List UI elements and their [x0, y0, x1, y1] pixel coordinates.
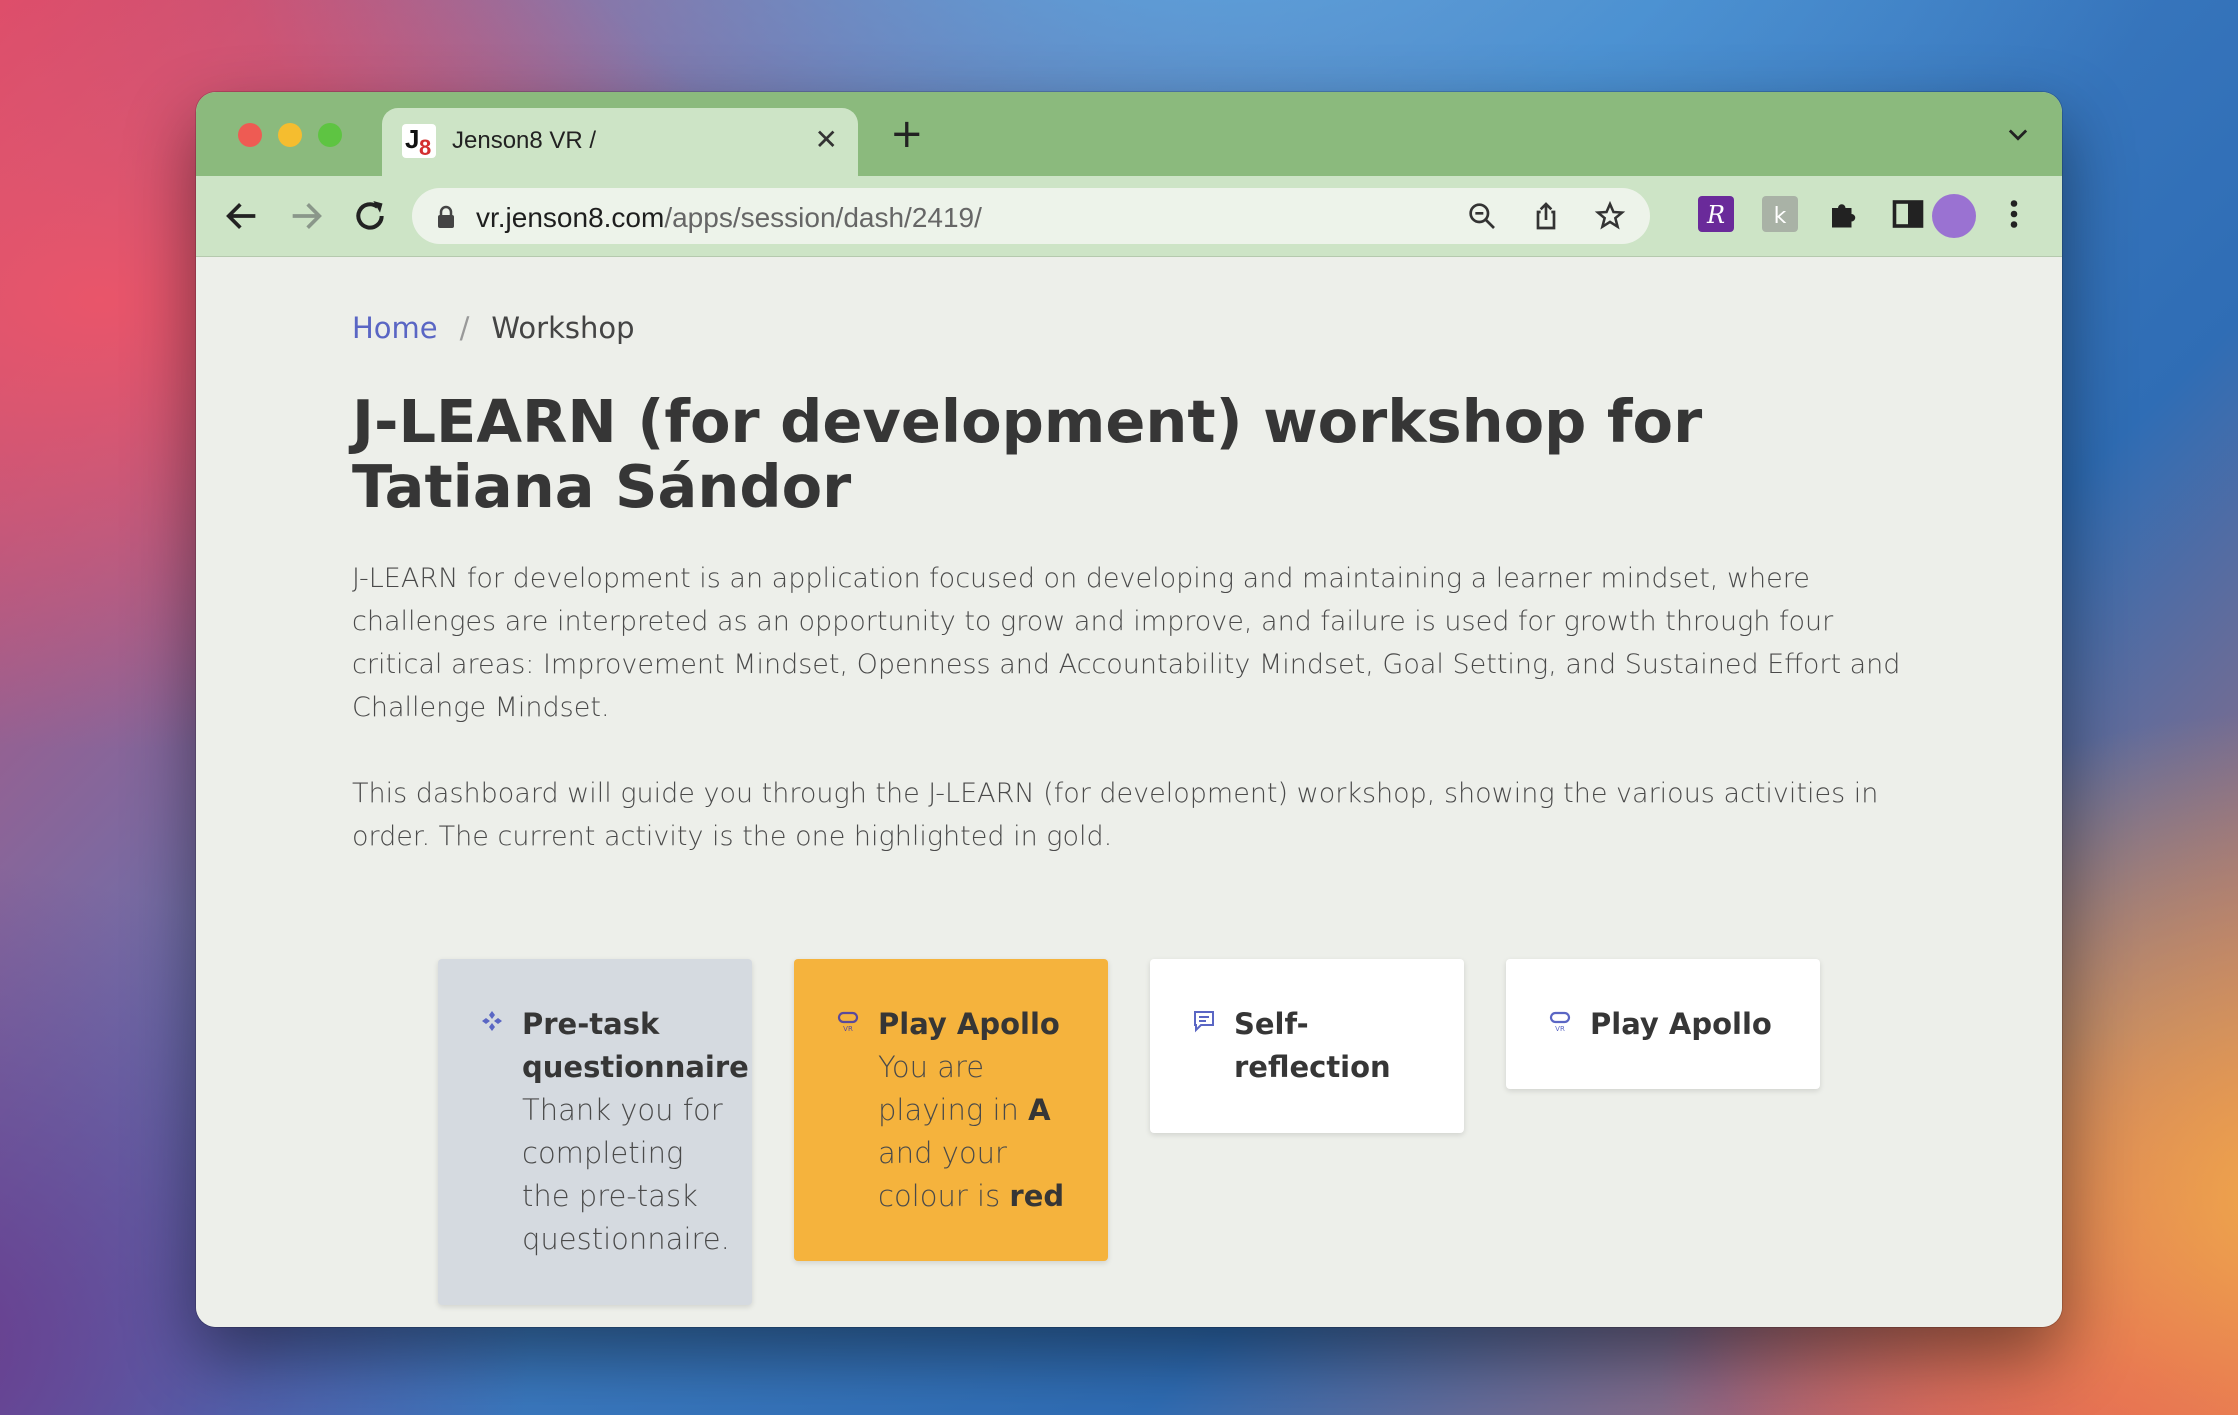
- new-tab-button[interactable]: +: [890, 114, 924, 154]
- svg-text:k: k: [1774, 204, 1787, 229]
- browser-tab[interactable]: J 8 Jenson8 VR / ✕: [382, 108, 858, 176]
- favicon-letter: J: [405, 124, 420, 154]
- activity-title: Self-reflection: [1234, 1007, 1391, 1084]
- close-window-button[interactable]: [238, 123, 262, 147]
- tab-close-icon[interactable]: ✕: [815, 124, 838, 156]
- activity-title: Play Apollo: [1590, 1007, 1772, 1041]
- zoom-out-icon[interactable]: [1466, 200, 1498, 232]
- activity-body-prefix: You are playing in: [878, 1050, 1029, 1127]
- activity-body: You are playing in A and your colour is …: [878, 1050, 1064, 1213]
- more-options-icon[interactable]: [1996, 196, 2032, 232]
- svg-text:VR: VR: [843, 1025, 853, 1033]
- activity-card-play-apollo[interactable]: VR Play Apollo: [1506, 959, 1820, 1089]
- chevron-down-icon[interactable]: [2004, 120, 2032, 148]
- jenson8-favicon-icon: J 8: [402, 124, 436, 160]
- extensions-puzzle-icon[interactable]: [1826, 196, 1862, 232]
- url-path: /apps/session/dash/2419/: [664, 202, 982, 233]
- breadcrumb-separator: /: [459, 311, 470, 345]
- activity-colour: red: [1009, 1179, 1065, 1213]
- page-content: Home / Workshop J-LEARN (for development) …: [196, 257, 2062, 1327]
- activity-card-pre-task-questionnaire[interactable]: Pre-task questionnaire Thank you for com…: [438, 959, 752, 1305]
- vr-headset-icon: VR: [837, 1011, 859, 1033]
- share-icon[interactable]: [1530, 200, 1562, 232]
- breadcrumb-home-link[interactable]: Home: [352, 311, 438, 345]
- bookmark-star-icon[interactable]: [1594, 200, 1626, 232]
- side-panel-icon[interactable]: [1890, 196, 1926, 232]
- tab-strip: J 8 Jenson8 VR / ✕ +: [196, 92, 2062, 176]
- activity-title: Pre-task questionnaire: [522, 1007, 749, 1084]
- activity-card-self-reflection[interactable]: Self-reflection: [1150, 959, 1464, 1133]
- activity-title: Play Apollo: [878, 1007, 1060, 1041]
- browser-toolbar: vr.jenson8.com/apps/session/dash/2419/ R…: [196, 176, 2062, 257]
- lock-icon[interactable]: [436, 205, 456, 229]
- comment-icon: [1194, 1011, 1214, 1033]
- url-host: vr.jenson8.com: [476, 202, 665, 233]
- activity-location: A: [1028, 1093, 1051, 1127]
- extension-k-icon[interactable]: k: [1762, 196, 1798, 232]
- activity-body: Thank you for completing the pre-task qu…: [522, 1093, 730, 1256]
- diamond-icon: [482, 1011, 502, 1031]
- workshop-description: J-LEARN for development is an applicatio…: [352, 563, 1901, 723]
- maximize-window-button[interactable]: [318, 123, 342, 147]
- svg-text:R: R: [1706, 201, 1725, 229]
- url-text[interactable]: vr.jenson8.com/apps/session/dash/2419/: [476, 202, 982, 234]
- minimize-window-button[interactable]: [278, 123, 302, 147]
- vr-headset-icon: VR: [1549, 1011, 1571, 1033]
- tab-title: Jenson8 VR /: [452, 127, 597, 154]
- svg-text:VR: VR: [1555, 1025, 1565, 1033]
- back-arrow-icon[interactable]: [222, 196, 262, 236]
- activity-body-middle: and your colour is: [878, 1136, 1010, 1213]
- address-bar[interactable]: vr.jenson8.com/apps/session/dash/2419/: [412, 188, 1650, 244]
- forward-arrow-icon[interactable]: [286, 196, 326, 236]
- browser-window: J 8 Jenson8 VR / ✕ + vr.jenson8.com/apps…: [196, 92, 2062, 1327]
- favicon-digit: 8: [419, 135, 432, 160]
- breadcrumb: Home / Workshop: [352, 311, 635, 345]
- extension-r-icon[interactable]: R: [1698, 196, 1734, 232]
- reload-icon[interactable]: [350, 196, 390, 236]
- breadcrumb-current: Workshop: [491, 311, 635, 345]
- page-title: J-LEARN (for development) workshop for T…: [352, 387, 1703, 521]
- profile-avatar[interactable]: [1932, 194, 1976, 238]
- activity-card-play-apollo-current[interactable]: VR Play Apollo You are playing in A and …: [794, 959, 1108, 1261]
- dashboard-guide-text: This dashboard will guide you through th…: [352, 778, 1879, 852]
